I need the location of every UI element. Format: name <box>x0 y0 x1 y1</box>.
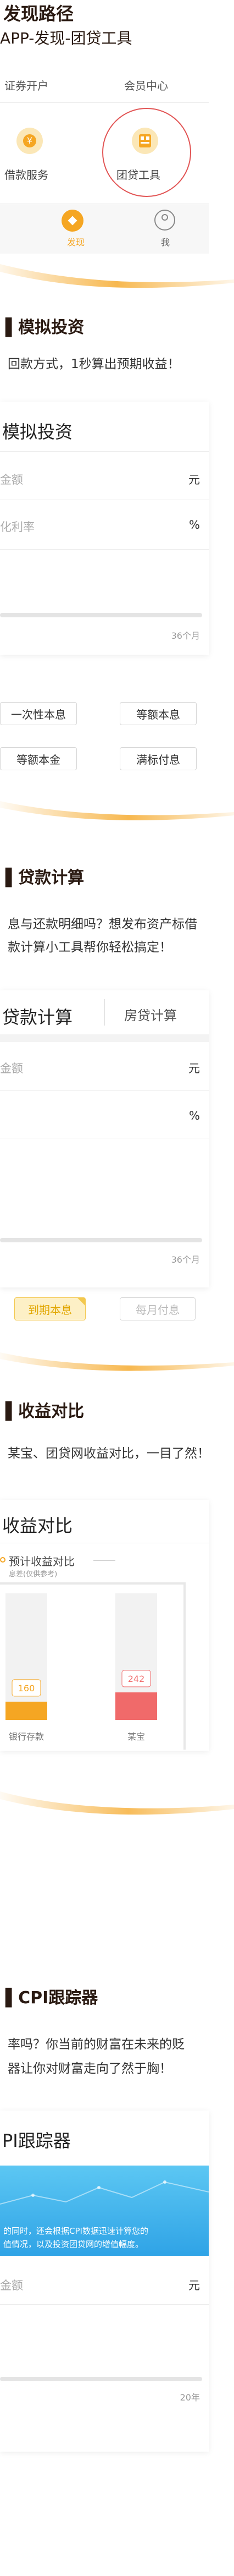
cpi-card-title: PI跟踪器 <box>2 2130 71 2151</box>
orange-swoosh-divider <box>0 264 234 288</box>
cpi-term-max: 20年 <box>180 2392 200 2403</box>
tab-loan-calc[interactable]: 贷款计算 <box>0 990 104 1034</box>
page-title: 发现路径 <box>3 3 74 24</box>
cpi-banner: 的同时，还会根据CPI数据迅速计算您的 值情况，以及投资团贷网的增值幅度。 <box>0 2166 209 2256</box>
category-label: 银行存款 <box>9 1731 44 1742</box>
loan-rate-row[interactable]: % <box>0 1100 209 1133</box>
loan-section-desc-1: 息与还款明细吗？想发布资产标借 <box>8 917 197 931</box>
tab-mortgage-calc[interactable]: 房贷计算 <box>104 990 209 1034</box>
user-icon <box>154 210 175 231</box>
tuandai-tools-item[interactable]: 团贷工具 <box>115 116 181 187</box>
orange-swoosh-divider <box>0 1352 234 1371</box>
loan-section-title: ▌贷款计算 <box>5 868 85 887</box>
value-label: 160 <box>18 1683 35 1693</box>
loan-service-label: 借款服务 <box>4 168 48 182</box>
invest-option-equal-installment[interactable]: 等额本息 <box>120 702 197 725</box>
cpi-term-slider[interactable] <box>0 2377 202 2381</box>
value-label: 242 <box>128 1674 145 1684</box>
bar-track <box>5 1593 47 1720</box>
orange-swoosh-divider <box>0 1791 234 1815</box>
invest-amount-row[interactable]: 金额 元 <box>0 462 209 495</box>
bar-1 <box>115 1692 157 1720</box>
compare-section-title: ▌收益对比 <box>5 1402 85 1421</box>
cpi-amount-unit: 元 <box>188 2279 200 2292</box>
loan-amount-row[interactable]: 金额 元 <box>0 1051 209 1084</box>
invest-amount-label: 金额 <box>0 473 23 486</box>
loan-amount-unit: 元 <box>188 1062 200 1075</box>
tools-icon <box>132 128 158 154</box>
compare-card: 收益对比 预计收益对比 息差(仅供参考) 160 银行存款 242 某宝 <box>0 1500 209 1751</box>
loan-section-desc-2: 款计算小工具帮你轻松搞定！ <box>8 940 172 955</box>
invest-rate-unit: % <box>189 518 200 531</box>
selected-corner-icon <box>77 1298 85 1306</box>
loan-service-item[interactable]: ¥ 借款服务 <box>0 116 66 187</box>
cpi-section-desc-2: 器让你对财富走向了然于胸！ <box>8 2062 172 2076</box>
invest-term-max: 36个月 <box>171 631 200 641</box>
invest-term-slider[interactable] <box>0 613 202 617</box>
compare-section-desc: 某宝、团贷网收益对比，一目了然！ <box>8 1446 210 1461</box>
divider <box>0 102 209 103</box>
cpi-amount-row[interactable]: 金额 元 <box>0 2268 209 2301</box>
loan-rate-unit: % <box>189 1109 200 1122</box>
compare-bar-chart: 160 银行存款 242 某宝 <box>5 1593 157 1742</box>
invest-card-title: 模拟投资 <box>2 421 73 442</box>
loan-term-max: 36个月 <box>171 1254 200 1265</box>
invest-card: 模拟投资 金额 元 化利率 % 36个月 <box>0 402 209 655</box>
category-label: 某宝 <box>127 1731 145 1742</box>
invest-option-equal-principal[interactable]: 等额本金 <box>0 747 77 770</box>
invest-section-title: ▌模拟投资 <box>5 318 85 337</box>
invest-option-lump-sum[interactable]: 一次性本息 <box>0 702 77 725</box>
loan-service-icon: ¥ <box>16 128 43 154</box>
loan-option-principal-at-maturity[interactable]: 到期本息 <box>14 1297 86 1320</box>
menu-securities[interactable]: 证券开户 <box>4 77 48 93</box>
path-subtitle: APP-发现-团贷工具 <box>0 29 132 47</box>
invest-rate-row[interactable]: 化利率 % <box>0 509 209 542</box>
invest-amount-unit: 元 <box>188 473 200 486</box>
orange-swoosh-divider <box>0 801 234 820</box>
loan-card: 贷款计算 房贷计算 金额 元 % 36个月 <box>0 990 209 1287</box>
tools-label: 团贷工具 <box>116 168 160 182</box>
cpi-amount-label: 金额 <box>0 2279 23 2292</box>
invest-option-interest-on-full[interactable]: 满标付息 <box>120 747 197 770</box>
compass-icon <box>62 210 83 232</box>
legend-dot <box>0 1557 5 1563</box>
cpi-section-desc-1: 率吗？你当前的财富在未来的贬 <box>8 2037 185 2052</box>
loan-amount-label: 金额 <box>0 1062 23 1075</box>
cpi-card: PI跟踪器 的同时，还会根据CPI数据迅速计算您的 值情况，以及投资团贷网的增值… <box>0 2111 209 2452</box>
loan-option-monthly-interest[interactable]: 每月付息 <box>120 1297 196 1320</box>
bar-0 <box>5 1701 47 1720</box>
menu-member-center[interactable]: 会员中心 <box>124 77 168 93</box>
compare-card-title: 收益对比 <box>2 1515 73 1536</box>
invest-section-desc: 回款方式，1秒算出预期收益！ <box>8 357 180 371</box>
loan-term-slider[interactable] <box>0 1238 202 1242</box>
invest-rate-label: 化利率 <box>0 520 35 534</box>
cpi-section-title: ▌CPI跟踪器 <box>5 1988 98 2008</box>
